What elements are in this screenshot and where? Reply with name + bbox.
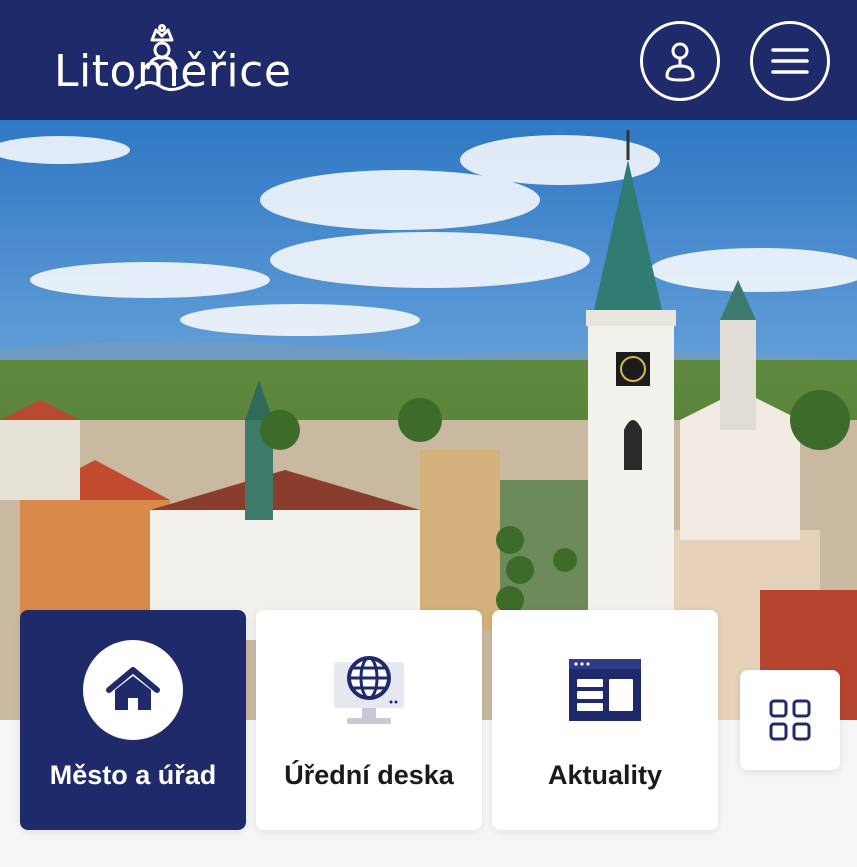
tile-mesto-a-urad[interactable]: Město a úřad	[20, 610, 246, 830]
site-logo[interactable]: Litoměřice	[54, 24, 291, 100]
grid-icon	[769, 699, 811, 741]
home-icon	[83, 640, 183, 740]
app-header: Litoměřice	[0, 0, 857, 120]
tile-aktuality[interactable]: Aktuality	[492, 610, 718, 830]
user-icon	[665, 42, 695, 82]
user-account-button[interactable]	[640, 21, 720, 101]
globe-monitor-icon	[334, 656, 404, 724]
news-page-icon	[569, 659, 641, 721]
logo-text: Litoměřice	[54, 46, 292, 97]
tile-uredni-deska[interactable]: Úřední deska	[256, 610, 482, 830]
tile-label: Úřední deska	[284, 760, 454, 790]
main-menu-button[interactable]	[750, 21, 830, 101]
tile-label: Aktuality	[547, 760, 663, 790]
tile-label: Město a úřad	[49, 760, 217, 790]
more-apps-button[interactable]	[740, 670, 840, 770]
hamburger-menu-icon	[771, 48, 809, 74]
